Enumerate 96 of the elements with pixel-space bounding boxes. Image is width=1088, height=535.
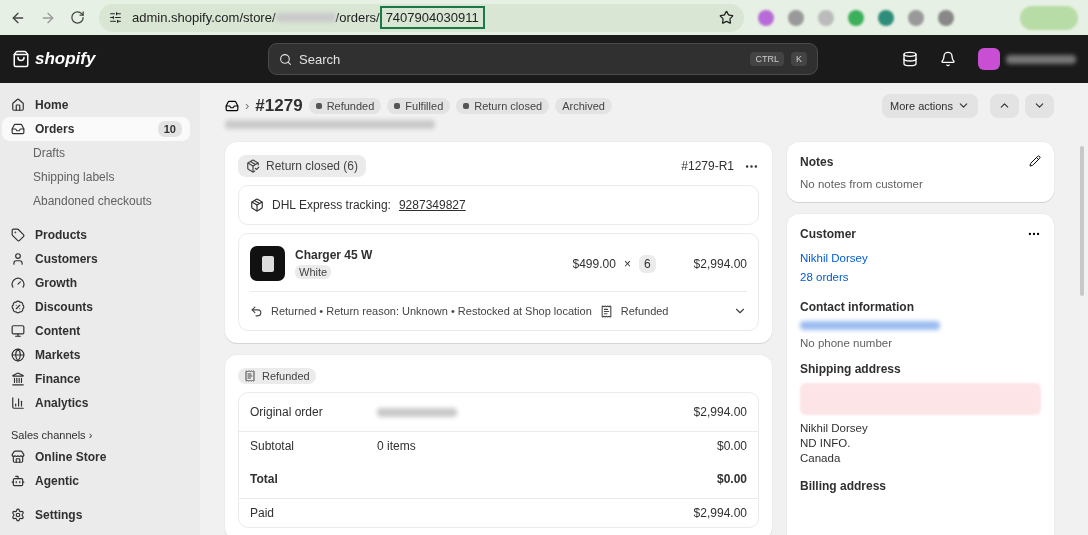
notes-title: Notes <box>800 155 834 169</box>
avatar[interactable] <box>978 48 1000 70</box>
sidebar-item[interactable]: Products <box>2 223 190 247</box>
shortcut-key: CTRL <box>750 52 784 66</box>
variant-tag: White <box>295 265 332 279</box>
phone-text: No phone number <box>800 337 894 349</box>
sidebar-item[interactable]: Analytics <box>2 391 190 415</box>
bank-icon <box>11 372 25 386</box>
customer-name-link[interactable]: Nikhil Dorsey <box>800 252 1041 264</box>
edit-icon[interactable] <box>1029 155 1041 167</box>
tag-icon <box>11 228 25 242</box>
summary-label: Subtotal <box>250 439 296 453</box>
sidebar-item[interactable]: Discounts <box>2 295 190 319</box>
summary-amount: $2,994.00 <box>693 506 747 520</box>
contact-title: Contact information <box>800 300 915 314</box>
monitor-icon <box>11 324 25 338</box>
sidebar-item[interactable]: Content <box>2 319 190 343</box>
notifications-icon[interactable] <box>940 51 956 67</box>
extension-icon[interactable] <box>878 9 894 26</box>
site-settings-icon[interactable] <box>109 11 122 24</box>
sidebar-item[interactable]: Drafts <box>2 141 190 165</box>
sidebar-item[interactable]: Orders 10 <box>2 117 190 141</box>
inbox-icon <box>11 122 25 136</box>
person-icon <box>11 252 25 266</box>
order-number: #1279 <box>255 95 303 116</box>
shortcut-key: K <box>791 52 807 66</box>
sidebar-item[interactable]: Abandoned checkouts <box>2 189 190 213</box>
package-icon <box>250 198 264 212</box>
sales-channels-heading[interactable]: Sales channels › <box>2 415 190 445</box>
gauge-icon <box>11 276 25 290</box>
redacted-text <box>275 13 336 22</box>
orders-count-link[interactable]: 28 orders <box>800 271 1041 283</box>
logo-icon <box>12 50 30 68</box>
times-sign: × <box>623 256 631 271</box>
settings-icon <box>11 508 25 522</box>
summary-label: Paid <box>250 506 276 520</box>
return-id: #1279-R1 <box>681 159 734 173</box>
summary-amount: $0.00 <box>716 472 747 486</box>
address-line: ND INFO. <box>800 437 852 449</box>
bar-chart-icon <box>11 396 25 410</box>
refund-status-badge: Refunded <box>238 368 316 384</box>
count-badge: 10 <box>157 121 182 137</box>
extension-icon[interactable] <box>938 9 954 26</box>
sidebar-item[interactable]: Customers <box>2 247 190 271</box>
address-line: Nikhil Dorsey <box>800 422 869 434</box>
bookmark-star-icon[interactable] <box>719 10 734 25</box>
receipt-icon <box>599 304 613 318</box>
url-text: admin.shopify.com/store/ /orders/ 7407904030911 <box>132 6 485 29</box>
discount-badge-icon <box>11 300 25 314</box>
storefront-icon <box>11 450 25 464</box>
status-badge: Fulfilled <box>387 97 451 114</box>
status-badge: Archived <box>555 97 612 114</box>
sidebar-item[interactable]: Finance <box>2 367 190 391</box>
sidebar-item[interactable]: Agentic <box>2 469 190 493</box>
home-icon <box>11 98 25 112</box>
breadcrumb-separator: › <box>245 98 250 113</box>
line-total: $2,994.00 <box>693 256 747 271</box>
sidebar-item[interactable]: Shipping labels <box>2 165 190 189</box>
customer-title: Customer <box>800 227 856 241</box>
summary-amount: $2,994.00 <box>693 405 747 419</box>
refund-status: Refunded <box>620 305 669 317</box>
robot-icon <box>11 474 25 488</box>
summary-detail: 0 items <box>377 439 416 453</box>
sidebar-item[interactable]: Settings <box>2 503 190 527</box>
product-thumbnail <box>250 246 285 281</box>
sidebar-item[interactable]: Markets <box>2 343 190 367</box>
summary-amount: $0.00 <box>716 439 747 453</box>
address-bar[interactable]: admin.shopify.com/store/ /orders/ 7407904030911 <box>99 3 744 32</box>
notes-text: No notes from customer <box>800 178 924 190</box>
redacted-text <box>1006 54 1076 64</box>
globe-icon <box>11 348 25 362</box>
quantity: 6 <box>638 254 656 273</box>
billing-title: Billing address <box>800 479 888 493</box>
orders-icon[interactable] <box>225 98 239 113</box>
summary-label: Total <box>250 472 279 486</box>
more-actions-button[interactable]: More actions <box>882 93 978 118</box>
summary-label: Original order <box>250 405 324 419</box>
status-badge: Refunded <box>308 97 382 114</box>
sidebar-item[interactable]: Growth <box>2 271 190 295</box>
logo-text: shopify <box>35 49 96 69</box>
product-name[interactable]: Charger 45 W <box>295 248 373 262</box>
shipping-title: Shipping address <box>800 362 902 376</box>
return-details: Returned • Return reason: Unknown • Restocked at Shop location <box>271 305 592 317</box>
reload-icon[interactable] <box>70 10 85 25</box>
extension-icon[interactable] <box>758 9 774 26</box>
sidebar-item[interactable]: Home <box>2 93 190 117</box>
tracking-link[interactable]: 9287349827 <box>398 198 466 212</box>
address-line: Canada <box>800 452 842 464</box>
return-arrow-icon <box>250 304 263 318</box>
tracking-label: DHL Express tracking: <box>272 198 391 212</box>
search-icon <box>279 52 292 66</box>
search-field[interactable]: Search CTRL K <box>268 43 818 75</box>
sidebar-item[interactable]: Online Store <box>2 445 190 469</box>
return-status-badge: Return closed (6) <box>238 155 367 177</box>
status-badge: Return closed <box>456 97 550 114</box>
unit-price: $499.00 <box>572 256 616 271</box>
